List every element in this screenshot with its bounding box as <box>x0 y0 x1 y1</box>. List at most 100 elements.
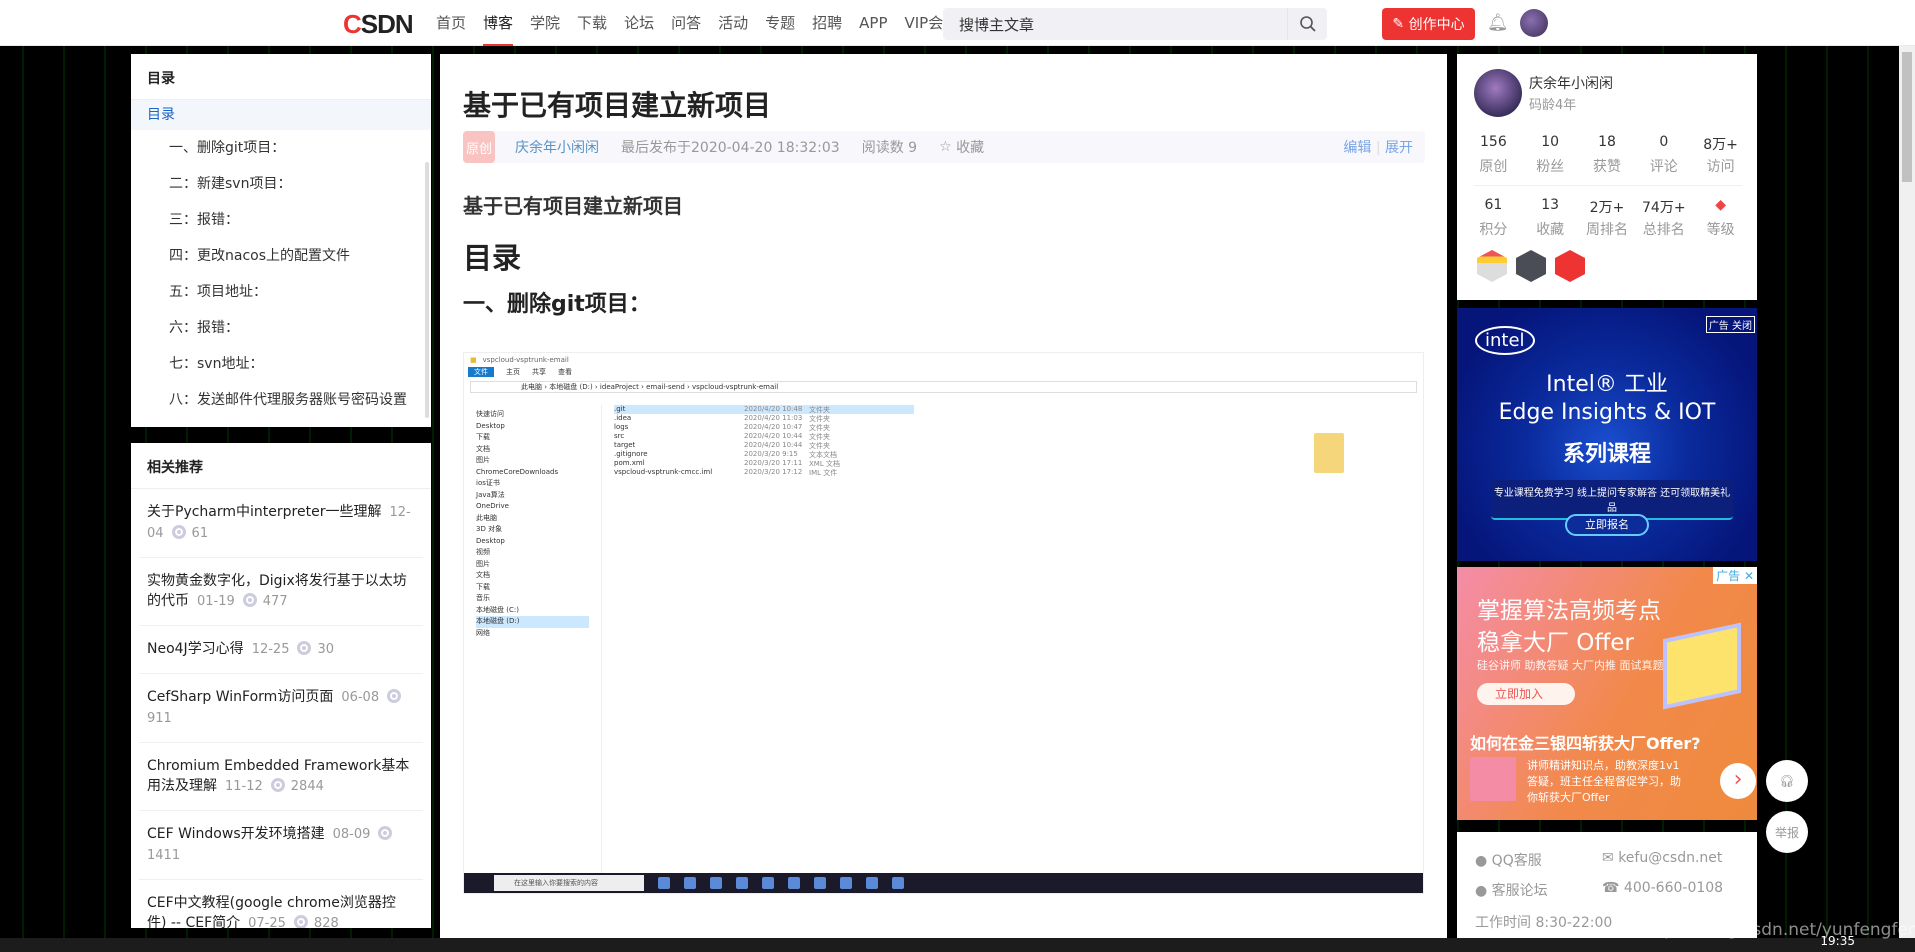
stat-label: 原创 <box>1479 159 1508 175</box>
toc-scrollbar[interactable] <box>425 162 429 418</box>
author-name[interactable]: 庆余年小闲闲 <box>1529 73 1613 93</box>
headset-support-button[interactable]: 🎧︎ <box>1766 760 1808 802</box>
article-screenshot: ■ vspcloud-vsptrunk-email 文件 主页 共享 查看 此电脑 › … <box>463 352 1424 894</box>
stat-label: 获赞 <box>1592 159 1621 175</box>
stat-item[interactable]: ◆ 等级 <box>1693 197 1749 239</box>
stat-value: 156 <box>1480 134 1507 150</box>
window-title: vspcloud-vsptrunk-email <box>482 356 569 364</box>
email-support[interactable]: ✉ kefu@csdn.net <box>1602 850 1722 866</box>
author-link[interactable]: 庆余年小闲闲 <box>515 137 599 157</box>
search-button[interactable] <box>1287 8 1327 40</box>
intel-ad[interactable]: 广告 关闭 intel Intel® 工业 Edge Insights & IO… <box>1457 308 1757 561</box>
related-views: 828 <box>313 916 339 928</box>
stat-value: 61 <box>1484 197 1503 213</box>
stat-item[interactable]: 8万+ 访问 <box>1693 134 1749 176</box>
toc-item[interactable]: 七：svn地址： <box>131 346 431 382</box>
explorer-nav-item: 图片 <box>476 559 490 568</box>
bell-icon[interactable]: 🔔︎ <box>1487 13 1509 33</box>
stat-item[interactable]: 61 积分 <box>1465 197 1521 239</box>
expand-link[interactable]: 展开 <box>1385 140 1413 156</box>
stat-value: 13 <box>1541 197 1560 213</box>
favorite-button[interactable]: 收藏 <box>956 137 984 157</box>
publish-time: 最后发布于2020-04-20 18:32:03 <box>621 140 840 156</box>
stat-item[interactable]: 18 获赞 <box>1579 134 1635 176</box>
toc-item[interactable]: 二：新建svn项目： <box>131 166 431 202</box>
algorithm-ad[interactable]: 广告 ✕ 掌握算法高频考点 稳拿大厂 Offer 硅谷讲师 助教答疑 大厂内推 … <box>1457 567 1757 820</box>
explorer-nav-item: 文档 <box>476 444 490 453</box>
related-date: 08-09 <box>332 827 371 842</box>
eye-icon <box>242 593 257 607</box>
eye-icon <box>387 689 402 703</box>
support-forum[interactable]: ● 客服论坛 <box>1475 880 1548 900</box>
related-views: 911 <box>147 711 172 726</box>
explorer-nav-item: 图片 <box>476 456 490 464</box>
related-item[interactable]: CEF中文教程(google chrome浏览器控件) -- CEF简介 07-2… <box>139 880 423 928</box>
intel-logo: intel <box>1475 326 1535 355</box>
related-item[interactable]: CefSharp WinForm访问页面 06-08 911 <box>139 674 423 743</box>
toc-item[interactable]: 六：报错： <box>131 310 431 346</box>
ad-close[interactable]: 广告 ✕ <box>1713 567 1757 584</box>
author-avatar[interactable] <box>1474 69 1522 117</box>
nav-events[interactable]: 活动 <box>718 0 748 46</box>
toc-item[interactable]: 三：报错： <box>131 202 431 238</box>
stat-value: 74万+ <box>1642 200 1686 216</box>
qq-support[interactable]: ● QQ客服 <box>1475 850 1542 870</box>
stat-item[interactable]: 2万+ 周排名 <box>1579 197 1635 239</box>
ad-text: Edge Insights & IOT <box>1498 400 1716 425</box>
explorer-file-row: logs 2020/4/20 10:47 文件夹 <box>614 423 830 432</box>
badge-icon[interactable] <box>1477 250 1507 282</box>
toc-item[interactable]: 目录 <box>131 100 431 130</box>
ad-close[interactable]: 广告 关闭 <box>1705 316 1755 333</box>
nav-home[interactable]: 首页 <box>436 0 466 46</box>
explorer-file-row: .gitignore 2020/3/20 9:15 文本文档 <box>614 450 837 459</box>
page-scrollbar[interactable] <box>1899 46 1915 938</box>
star-icon[interactable]: ☆ <box>939 139 956 155</box>
stat-item[interactable]: 74万+ 总排名 <box>1636 197 1692 239</box>
related-item[interactable]: CEF Windows开发环境搭建 08-09 1411 <box>139 811 423 880</box>
stat-item[interactable]: 10 粉丝 <box>1522 134 1578 176</box>
toc-item[interactable]: 一、删除git项目： <box>131 130 431 166</box>
ribbon-tab: 共享 <box>532 368 546 376</box>
chevron-right-icon[interactable]: › <box>1720 763 1756 799</box>
author-profile: 庆余年小闲闲 码龄4年 156 原创 10 粉丝 18 获赞 0 评论 8万+ 访问 61 积分 13… <box>1457 54 1757 300</box>
nav-forum[interactable]: 论坛 <box>624 0 654 46</box>
report-button[interactable]: 举报 <box>1766 811 1808 853</box>
nav-edu[interactable]: 学院 <box>530 0 560 46</box>
stat-value: 0 <box>1659 134 1669 150</box>
nav-blog[interactable]: 博客 <box>483 0 514 46</box>
search-icon <box>1299 16 1316 32</box>
edit-link[interactable]: 编辑 <box>1343 140 1371 156</box>
eye-icon <box>293 915 308 928</box>
create-center-button[interactable]: ✎ 创作中心 <box>1382 8 1475 40</box>
nav-topics[interactable]: 专题 <box>765 0 795 46</box>
related-item[interactable]: Chromium Embedded Framework基本用法及理解 11-12 2… <box>139 743 423 811</box>
nav-app[interactable]: APP <box>859 0 887 46</box>
toc-item[interactable]: 八：发送邮件代理服务器账号密码设置 <box>131 382 431 418</box>
nav-download[interactable]: 下载 <box>577 0 607 46</box>
stat-item[interactable]: 13 收藏 <box>1522 197 1578 239</box>
related-date: 01-19 <box>197 594 235 609</box>
related-views: 2844 <box>290 779 324 794</box>
explorer-files: .git 2020/4/20 10:48 文件夹 .idea 2020/4/20 11:… <box>614 405 914 477</box>
badge-icon[interactable] <box>1555 250 1585 282</box>
related-item[interactable]: 实物黄金数字化，Digix将发行基于以太坊的代币 01-19 477 <box>139 558 423 626</box>
toc-item[interactable]: 四：更改nacos上的配置文件 <box>131 238 431 274</box>
stat-item[interactable]: 0 评论 <box>1636 134 1692 176</box>
ad-join-button[interactable]: 立即加入 <box>1477 683 1575 705</box>
user-avatar[interactable] <box>1520 9 1548 37</box>
ad-signup-button[interactable]: 立即报名 <box>1565 514 1649 536</box>
search-input[interactable]: 搜博主文章 <box>943 8 1327 40</box>
nav-qa[interactable]: 问答 <box>671 0 701 46</box>
ad-text: 掌握算法高频考点 <box>1477 598 1661 624</box>
related-item[interactable]: Neo4J学习心得 12-25 30 <box>139 626 423 674</box>
related-item[interactable]: 关于Pycharm中interpreter一些理解 12-04 61 <box>139 489 423 558</box>
csdn-logo[interactable]: CSDN <box>343 9 414 40</box>
top-navbar: CSDN 首页 博客 学院 下载 论坛 问答 活动 专题 招聘 APP VIP会… <box>0 0 1915 46</box>
toc-item[interactable]: 五：项目地址： <box>131 274 431 310</box>
nav-jobs[interactable]: 招聘 <box>812 0 842 46</box>
badge-icon[interactable] <box>1516 250 1546 282</box>
stat-item[interactable]: 156 原创 <box>1465 134 1521 176</box>
explorer-nav-item: 本地磁盘 (C:) <box>476 605 519 614</box>
ad-headline: 如何在金三银四斩获大厂Offer? <box>1470 734 1701 753</box>
explorer-nav-item: 视频 <box>476 548 490 556</box>
